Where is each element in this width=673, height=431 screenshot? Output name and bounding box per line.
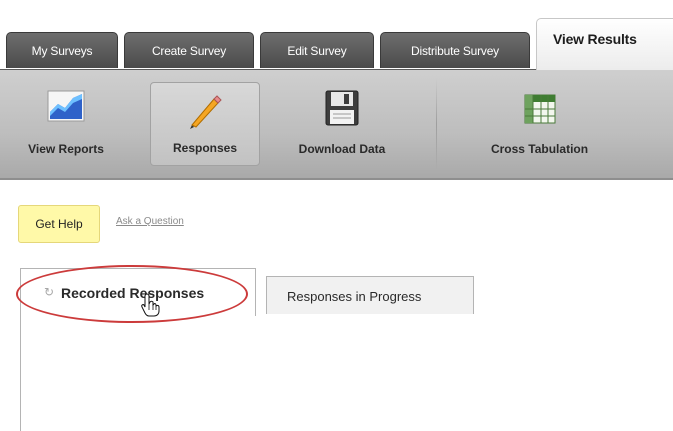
results-toolbar: View Reports Responses Download Data Cro… xyxy=(0,70,673,180)
tab-label: My Surveys xyxy=(31,43,93,58)
tab-distribute-survey[interactable]: Distribute Survey xyxy=(380,32,530,68)
tab-create-survey[interactable]: Create Survey xyxy=(124,32,254,68)
chart-icon xyxy=(47,90,85,122)
tab-label: View Results xyxy=(553,31,637,47)
pencil-icon xyxy=(190,95,222,129)
tab-label: Edit Survey xyxy=(287,43,347,58)
download-data-button[interactable]: Download Data xyxy=(272,82,412,166)
tab-recorded-responses[interactable]: Recorded Responses xyxy=(20,268,256,316)
spinner-icon: ↻ xyxy=(44,285,55,299)
tab-view-results[interactable]: View Results xyxy=(536,18,673,70)
get-help-button[interactable]: Get Help xyxy=(18,205,100,243)
toolbar-label: Download Data xyxy=(298,142,386,156)
subtab-label: Recorded Responses xyxy=(61,284,205,301)
main-tab-bar: My Surveys Create Survey Edit Survey Dis… xyxy=(0,0,673,70)
subtab-label: Responses in Progress xyxy=(287,288,422,304)
toolbar-label: View Reports xyxy=(28,142,104,156)
ask-question-link[interactable]: Ask a Question xyxy=(116,216,184,227)
view-reports-button[interactable]: View Reports xyxy=(0,82,132,166)
get-help-label: Get Help xyxy=(35,217,83,231)
table-icon xyxy=(524,94,556,124)
tab-responses-in-progress[interactable]: Responses in Progress xyxy=(266,276,474,315)
hand-cursor-icon xyxy=(141,293,160,317)
responses-panel xyxy=(20,314,673,431)
toolbar-label: Responses xyxy=(172,141,238,155)
cross-tabulation-button[interactable]: Cross Tabulation xyxy=(452,82,627,166)
tab-my-surveys[interactable]: My Surveys xyxy=(6,32,118,68)
tab-label: Create Survey xyxy=(151,43,227,58)
tab-label: Distribute Survey xyxy=(411,43,499,58)
floppy-disk-icon xyxy=(325,90,359,126)
tab-edit-survey[interactable]: Edit Survey xyxy=(260,32,374,68)
toolbar-separator xyxy=(436,78,437,170)
toolbar-label: Cross Tabulation xyxy=(490,142,589,156)
responses-button[interactable]: Responses xyxy=(150,82,260,166)
